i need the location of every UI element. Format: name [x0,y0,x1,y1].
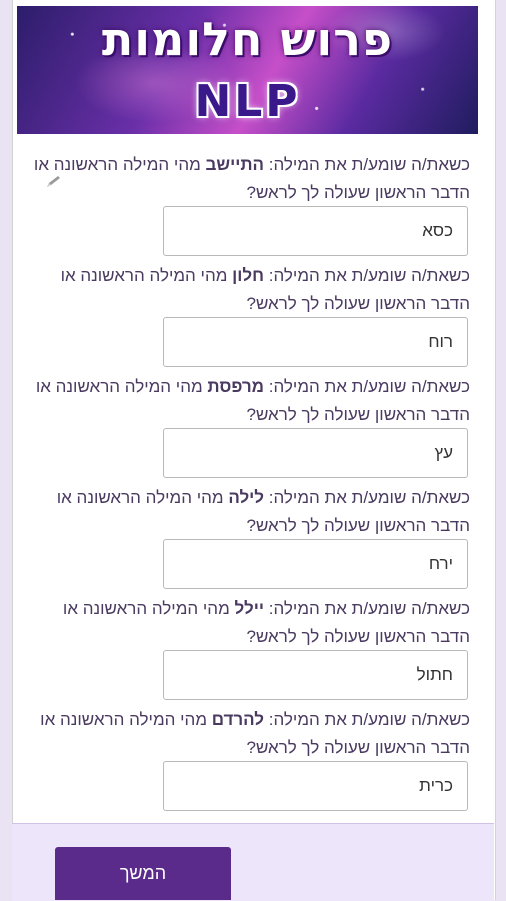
question-prefix: כשאת/ה שומע/ת את המילה: [264,710,470,729]
question-prefix: כשאת/ה שומע/ת את המילה: [264,599,470,618]
banner-subtitle: NLP [194,76,301,127]
question-prefix: כשאת/ה שומע/ת את המילה: [264,488,470,507]
answer-field[interactable]: ירח [163,539,468,589]
question-text: כשאת/ה שומע/ת את המילה: לילה מהי המילה ה… [30,484,470,540]
continue-button[interactable]: המשך [55,847,231,900]
answer-field[interactable]: חתול [163,650,468,700]
question-prefix: כשאת/ה שומע/ת את המילה: [264,266,470,285]
answer-field[interactable]: רוח [163,317,468,367]
question-text: כשאת/ה שומע/ת את המילה: מרפסת מהי המילה … [30,373,470,429]
question-keyword: התיישב [205,155,265,174]
question-text: כשאת/ה שומע/ת את המילה: חלון מהי המילה ה… [30,262,470,318]
question-keyword: להרדם [211,710,265,729]
banner-title: פרוש חלומות [101,12,394,66]
question-text: כשאת/ה שומע/ת את המילה: התיישב מהי המילה… [30,151,470,207]
question-prefix: כשאת/ה שומע/ת את המילה: [264,155,470,174]
answer-field[interactable]: כרית [163,761,468,811]
question-text: כשאת/ה שומע/ת את המילה: להרדם מהי המילה … [30,706,470,762]
question-keyword: יילל [234,599,265,618]
question-prefix: כשאת/ה שומע/ת את המילה: [264,377,470,396]
header-banner: פרוש חלומות NLP [17,6,478,134]
question-keyword: חלון [232,266,265,285]
question-keyword: מרפסת [207,377,265,396]
answer-field[interactable]: עץ [163,428,468,478]
question-text: כשאת/ה שומע/ת את המילה: יילל מהי המילה ה… [30,595,470,651]
answer-field[interactable]: כסא [163,206,468,256]
question-keyword: לילה [228,488,265,507]
